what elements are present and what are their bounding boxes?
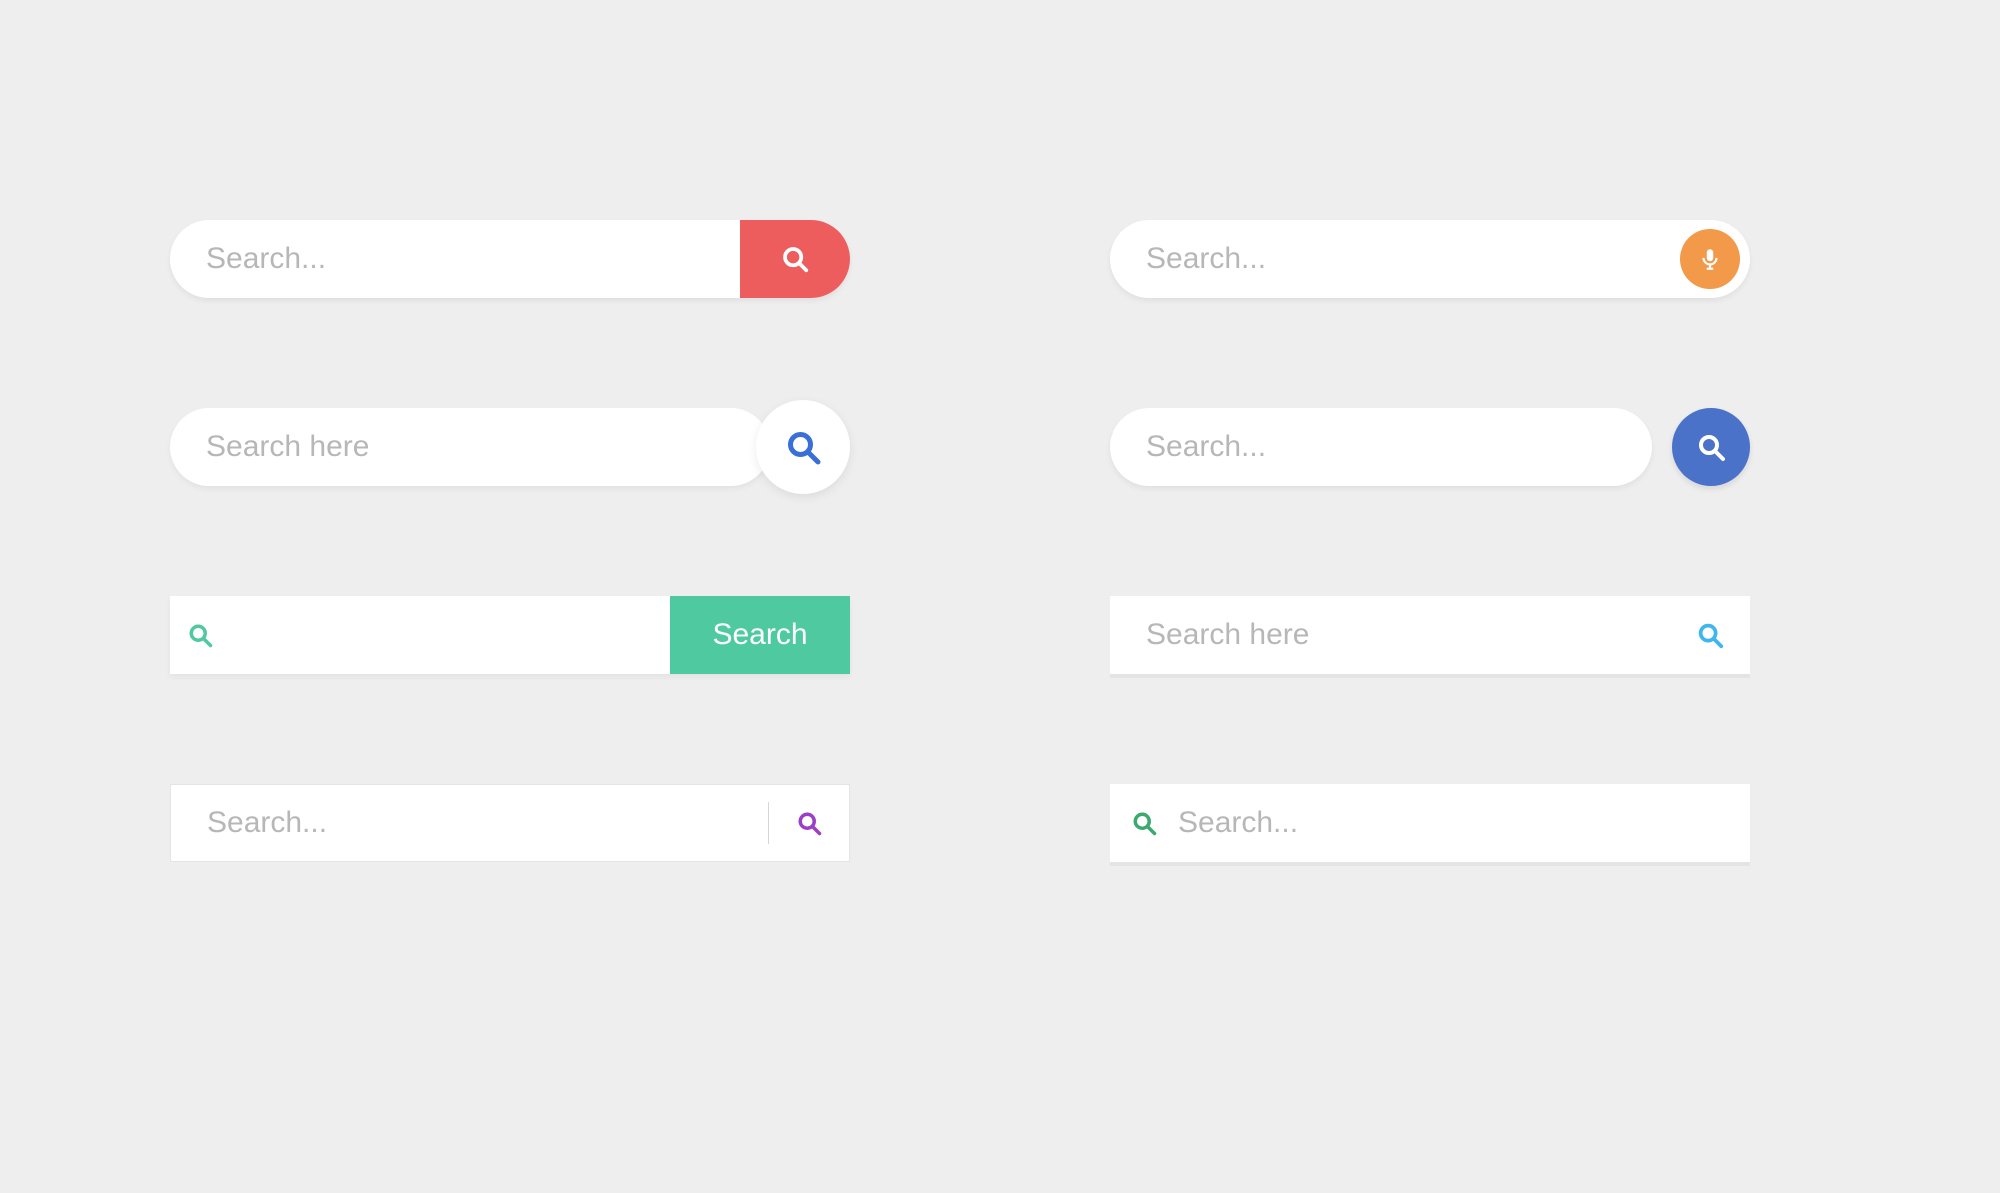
search-bar-7 bbox=[1110, 596, 1830, 674]
search-icon-left bbox=[170, 596, 230, 674]
search-input[interactable] bbox=[1110, 596, 1670, 674]
search-icon bbox=[186, 621, 214, 649]
search-input[interactable] bbox=[170, 408, 730, 486]
search-icon bbox=[783, 427, 823, 467]
search-button[interactable] bbox=[1670, 596, 1750, 674]
search-bar-6 bbox=[1110, 408, 1830, 486]
search-button[interactable] bbox=[756, 400, 850, 494]
search-input[interactable] bbox=[1178, 784, 1750, 862]
search-bar-5 bbox=[1110, 220, 1830, 298]
search-button[interactable] bbox=[740, 220, 850, 298]
search-bar-4 bbox=[170, 784, 890, 862]
search-icon-left bbox=[1110, 809, 1178, 837]
search-container bbox=[170, 408, 850, 486]
search-button[interactable] bbox=[769, 784, 849, 862]
search-bar-2 bbox=[170, 408, 890, 486]
search-container bbox=[170, 784, 850, 862]
search-icon bbox=[795, 809, 823, 837]
search-bar-gallery: Search bbox=[0, 0, 2000, 862]
search-input[interactable] bbox=[170, 220, 740, 298]
search-icon bbox=[1695, 620, 1725, 650]
search-icon bbox=[780, 244, 810, 274]
search-container bbox=[1110, 596, 1750, 674]
search-input[interactable] bbox=[171, 785, 768, 861]
search-container bbox=[1110, 784, 1750, 862]
search-input[interactable] bbox=[1110, 220, 1680, 298]
microphone-icon bbox=[1697, 246, 1723, 272]
search-button[interactable] bbox=[1672, 408, 1750, 486]
search-icon bbox=[1130, 809, 1158, 837]
search-input[interactable] bbox=[230, 596, 670, 674]
search-input[interactable] bbox=[1110, 408, 1652, 486]
search-bar-8 bbox=[1110, 784, 1830, 862]
search-bar-3: Search bbox=[170, 596, 890, 674]
search-container: Search bbox=[170, 596, 850, 674]
voice-search-button[interactable] bbox=[1680, 229, 1740, 289]
search-bar-1 bbox=[170, 220, 890, 298]
search-pill bbox=[1110, 408, 1652, 486]
search-container bbox=[1110, 220, 1750, 298]
search-icon bbox=[1695, 431, 1727, 463]
search-container bbox=[170, 220, 850, 298]
search-button[interactable]: Search bbox=[670, 596, 850, 674]
search-container bbox=[1110, 408, 1750, 486]
